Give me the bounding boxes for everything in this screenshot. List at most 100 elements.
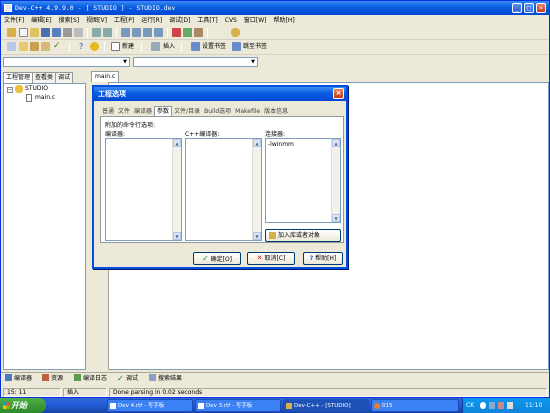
dialog-close-icon[interactable]: ×	[333, 88, 344, 99]
network-icon[interactable]	[489, 402, 495, 409]
compile-icon[interactable]	[7, 42, 16, 51]
task-wordpad-4[interactable]: Dev 4.rtf - 写字板	[107, 399, 193, 412]
toolbar-separator	[181, 42, 182, 52]
help-icon[interactable]: ?	[79, 42, 88, 51]
help-icon: ?	[309, 255, 314, 262]
cancel-button[interactable]: ✕ 取消[C]	[247, 252, 295, 265]
tab-search-results[interactable]: 搜索结果	[149, 374, 182, 384]
goto-bookmark-label[interactable]: 跳至书签	[243, 42, 267, 52]
print-icon[interactable]	[74, 28, 83, 37]
menu-run[interactable]: 运行[R]	[138, 15, 166, 26]
tab-compiler[interactable]: 编译器	[5, 374, 32, 384]
linker-options-field[interactable]: -lwinmm ▲ ▼	[265, 138, 341, 223]
menu-tools[interactable]: 工具[T]	[194, 15, 221, 26]
member-combo[interactable]: ▼	[133, 57, 258, 67]
menu-view[interactable]: 视图[V]	[83, 15, 111, 26]
chevron-down-icon[interactable]: ▼	[121, 58, 129, 66]
new-label[interactable]: 新建	[122, 42, 134, 52]
menu-project[interactable]: 工程[P]	[111, 15, 138, 26]
goto-line-icon[interactable]	[154, 28, 163, 37]
rebuild-icon[interactable]	[41, 42, 50, 51]
find-icon[interactable]	[121, 28, 130, 37]
tab-debug-output[interactable]: ✓ 调试	[117, 374, 138, 384]
menu-cvs[interactable]: CVS	[222, 15, 241, 26]
class-browser-icon[interactable]	[231, 28, 240, 37]
tab-compile-log[interactable]: 编译日志	[74, 374, 107, 384]
toolbar-separator	[167, 28, 168, 38]
project-tree: − STUDIO main.c	[3, 83, 86, 370]
menu-file[interactable]: 文件[F]	[1, 15, 28, 26]
undo-icon[interactable]	[92, 28, 101, 37]
scroll-up-icon[interactable]: ▲	[332, 139, 340, 147]
save-icon[interactable]	[41, 28, 50, 37]
dialog-title-bar[interactable]: 工程选项 ×	[94, 87, 346, 101]
start-button[interactable]: 开始	[0, 398, 46, 413]
open-file-icon[interactable]	[30, 28, 39, 37]
scroll-up-icon[interactable]: ▲	[173, 139, 181, 147]
menu-help[interactable]: 帮助[H]	[271, 15, 299, 26]
insert-label[interactable]: 插入	[163, 42, 175, 52]
check-syntax-icon[interactable]: ✓	[53, 42, 62, 51]
scroll-up-icon[interactable]: ▲	[253, 139, 261, 147]
replace-icon[interactable]	[132, 28, 141, 37]
menu-debug[interactable]: 调试[D]	[166, 15, 194, 26]
scrollbar[interactable]: ▲ ▼	[172, 139, 181, 240]
taskbar: 开始 Dev 4.rtf - 写字板 Dev 3.rtf - 写字板 Dev-C…	[0, 398, 550, 413]
remove-from-project-icon[interactable]	[183, 28, 192, 37]
cpp-compiler-options-field[interactable]: ▲ ▼	[185, 138, 262, 241]
add-library-button[interactable]: 加入库或者对象	[265, 229, 341, 242]
ok-button[interactable]: ✓ 确定[O]	[193, 252, 241, 265]
compile-run-icon[interactable]	[30, 42, 39, 51]
toggle-bookmark-icon[interactable]	[191, 42, 200, 51]
compiler-options-field[interactable]: ▲ ▼	[105, 138, 182, 241]
scrollbar[interactable]: ▲ ▼	[331, 139, 340, 222]
ok-label: 确定[O]	[210, 256, 233, 263]
about-icon[interactable]	[90, 42, 99, 51]
redo-icon[interactable]	[103, 28, 112, 37]
check-icon: ✓	[117, 374, 124, 383]
collapse-icon[interactable]: −	[7, 87, 13, 93]
tree-file[interactable]: main.c	[35, 94, 55, 102]
add-to-project-icon[interactable]	[172, 28, 181, 37]
help-button[interactable]: ? 帮助[H]	[303, 252, 343, 265]
menu-window[interactable]: 窗口[W]	[241, 15, 271, 26]
task-devcpp[interactable]: Dev-C++ - [STUDIO]	[283, 399, 369, 412]
find-next-icon[interactable]	[143, 28, 152, 37]
close-button[interactable]: ×	[536, 3, 546, 13]
scrollbar[interactable]: ▲ ▼	[252, 139, 261, 240]
menu-search[interactable]: 搜索[S]	[56, 15, 84, 26]
goto-bookmark-icon[interactable]	[232, 42, 241, 51]
task-015[interactable]: 015	[371, 399, 459, 412]
tab-debug[interactable]: 调试	[55, 72, 74, 83]
scroll-down-icon[interactable]: ▼	[173, 232, 181, 240]
maximize-button[interactable]: □	[524, 3, 534, 13]
task-wordpad-3[interactable]: Dev 3.rtf - 写字板	[195, 399, 281, 412]
help-tray-icon[interactable]	[480, 402, 486, 409]
scroll-down-icon[interactable]: ▼	[332, 214, 340, 222]
tree-project[interactable]: STUDIO	[25, 85, 48, 93]
save-all-icon[interactable]	[52, 28, 61, 37]
menu-edit[interactable]: 编辑[E]	[28, 15, 55, 26]
insert-icon[interactable]	[151, 42, 160, 51]
open-project-icon[interactable]	[7, 28, 16, 37]
tab-resources[interactable]: 资源	[42, 374, 63, 384]
input-language[interactable]: CK	[466, 398, 474, 413]
check-icon: ✓	[201, 254, 209, 263]
class-combo[interactable]: ▼	[3, 57, 130, 67]
scroll-down-icon[interactable]: ▼	[253, 232, 261, 240]
volume-icon[interactable]	[507, 402, 513, 409]
chevron-down-icon[interactable]: ▼	[249, 58, 257, 66]
tab-main-c[interactable]: main.c	[91, 71, 120, 82]
minimize-button[interactable]: _	[512, 3, 522, 13]
cursor-position: 15: 11	[3, 388, 61, 397]
title-bar[interactable]: Dev-C++ 4.9.9.0 - [ STUDIO ] - STUDIO.de…	[1, 1, 549, 15]
run-icon[interactable]	[19, 42, 28, 51]
tray-app-icon[interactable]	[498, 402, 504, 409]
new-file-icon[interactable]	[19, 28, 28, 37]
new-icon[interactable]	[111, 42, 120, 51]
wordpad-icon	[198, 403, 204, 409]
toggle-bookmark-label[interactable]: 设置书签	[202, 42, 226, 52]
close-file-icon[interactable]	[63, 28, 72, 37]
tab-classes[interactable]: 查看类	[32, 72, 57, 83]
project-options-icon[interactable]	[194, 28, 203, 37]
